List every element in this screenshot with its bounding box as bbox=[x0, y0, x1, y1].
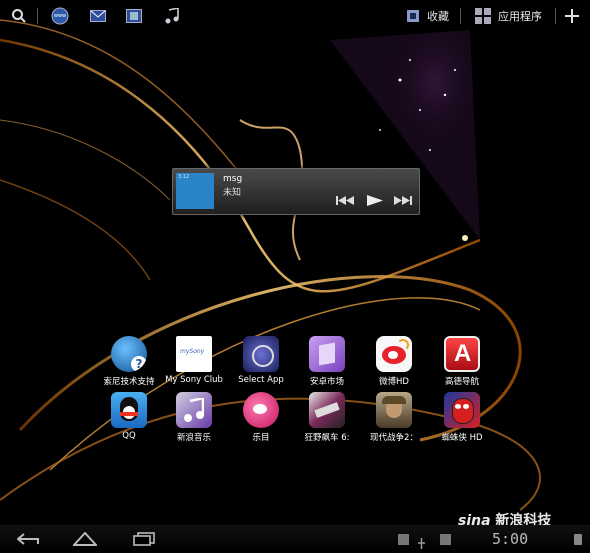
next-icon[interactable] bbox=[393, 193, 413, 207]
app-gaode-navigation[interactable]: A 高德导航 bbox=[429, 336, 495, 387]
soldier-icon bbox=[376, 392, 412, 428]
navigation-icon: A bbox=[444, 336, 480, 372]
previous-icon[interactable] bbox=[335, 193, 355, 207]
usb-icon bbox=[416, 534, 427, 549]
artist-name: 未知 bbox=[223, 188, 242, 198]
globe-help-icon: ? bbox=[111, 336, 147, 372]
favorites-label[interactable]: 收藏 bbox=[427, 8, 449, 24]
lemu-icon bbox=[243, 392, 279, 428]
apps-label[interactable]: 应用程序 bbox=[498, 8, 542, 24]
wallpaper bbox=[0, 0, 590, 553]
app-android-market[interactable]: 安卓市场 bbox=[294, 336, 360, 387]
app-label: 索尼技术支持 bbox=[103, 377, 155, 387]
app-label: 安卓市场 bbox=[309, 377, 344, 387]
app-label: 现代战争2： bbox=[370, 433, 418, 443]
favorites-icon[interactable] bbox=[406, 6, 420, 26]
apps-grid-icon[interactable] bbox=[474, 6, 492, 26]
app-qq[interactable]: QQ bbox=[96, 392, 162, 441]
battery-icon bbox=[574, 534, 582, 545]
browser-icon[interactable]: www bbox=[50, 6, 70, 26]
recent-apps-icon[interactable] bbox=[132, 530, 156, 548]
app-label: QQ bbox=[122, 431, 136, 441]
app-label: My Sony Club bbox=[165, 375, 223, 385]
app-sina-music[interactable]: 新浪音乐 bbox=[161, 392, 227, 443]
app-label: 蜘蛛侠 HD bbox=[441, 433, 483, 443]
market-icon bbox=[309, 336, 345, 372]
top-bar: www 收藏 应用程序 bbox=[0, 0, 590, 32]
app-label: 乐目 bbox=[252, 433, 270, 443]
app-sony-support[interactable]: ? 索尼技术支持 bbox=[96, 336, 162, 387]
plus-icon[interactable] bbox=[562, 6, 582, 26]
email-icon[interactable] bbox=[88, 6, 108, 26]
browser-label: www bbox=[53, 13, 67, 19]
music-widget[interactable]: 3:12 msg 未知 bbox=[172, 168, 420, 215]
mysony-icon: mySony bbox=[176, 336, 212, 372]
app-modern-combat-2[interactable]: 现代战争2： bbox=[361, 392, 427, 443]
app-label: 新浪音乐 bbox=[176, 433, 211, 443]
app-select-app[interactable]: Select App bbox=[228, 336, 294, 385]
separator bbox=[555, 8, 556, 24]
back-icon[interactable] bbox=[16, 530, 40, 548]
select-app-icon bbox=[243, 336, 279, 372]
app-label: 高德导航 bbox=[444, 377, 479, 387]
app-lemu[interactable]: 乐目 bbox=[228, 392, 294, 443]
weibo-icon bbox=[376, 336, 412, 372]
app-my-sony-club[interactable]: mySony My Sony Club bbox=[161, 336, 227, 385]
mysony-text: mySony bbox=[180, 348, 205, 355]
music-icon[interactable] bbox=[162, 6, 182, 26]
app-spiderman-hd[interactable]: 蜘蛛侠 HD bbox=[429, 392, 495, 443]
app-label: 狂野飙车 6: bbox=[304, 433, 350, 443]
home-icon[interactable] bbox=[72, 530, 98, 548]
spiderman-icon bbox=[444, 392, 480, 428]
video-icon[interactable] bbox=[124, 6, 144, 26]
status-time: 5:00 bbox=[492, 530, 529, 548]
screenshot-icon bbox=[440, 534, 451, 545]
album-art-label: 3:12 bbox=[178, 174, 190, 180]
app-label: 微博HD bbox=[379, 377, 409, 387]
qq-icon bbox=[111, 392, 147, 428]
play-icon[interactable] bbox=[365, 193, 385, 207]
racing-icon bbox=[309, 392, 345, 428]
app-asphalt-6[interactable]: 狂野飙车 6: bbox=[294, 392, 360, 443]
song-title: msg bbox=[223, 174, 243, 184]
music-icon bbox=[176, 392, 212, 428]
notification-icon[interactable] bbox=[398, 534, 409, 545]
album-art: 3:12 bbox=[176, 173, 214, 209]
app-weibo-hd[interactable]: 微博HD bbox=[361, 336, 427, 387]
separator bbox=[37, 8, 38, 24]
app-label: Select App bbox=[238, 375, 284, 385]
separator bbox=[460, 8, 461, 24]
search-icon[interactable] bbox=[9, 6, 29, 26]
